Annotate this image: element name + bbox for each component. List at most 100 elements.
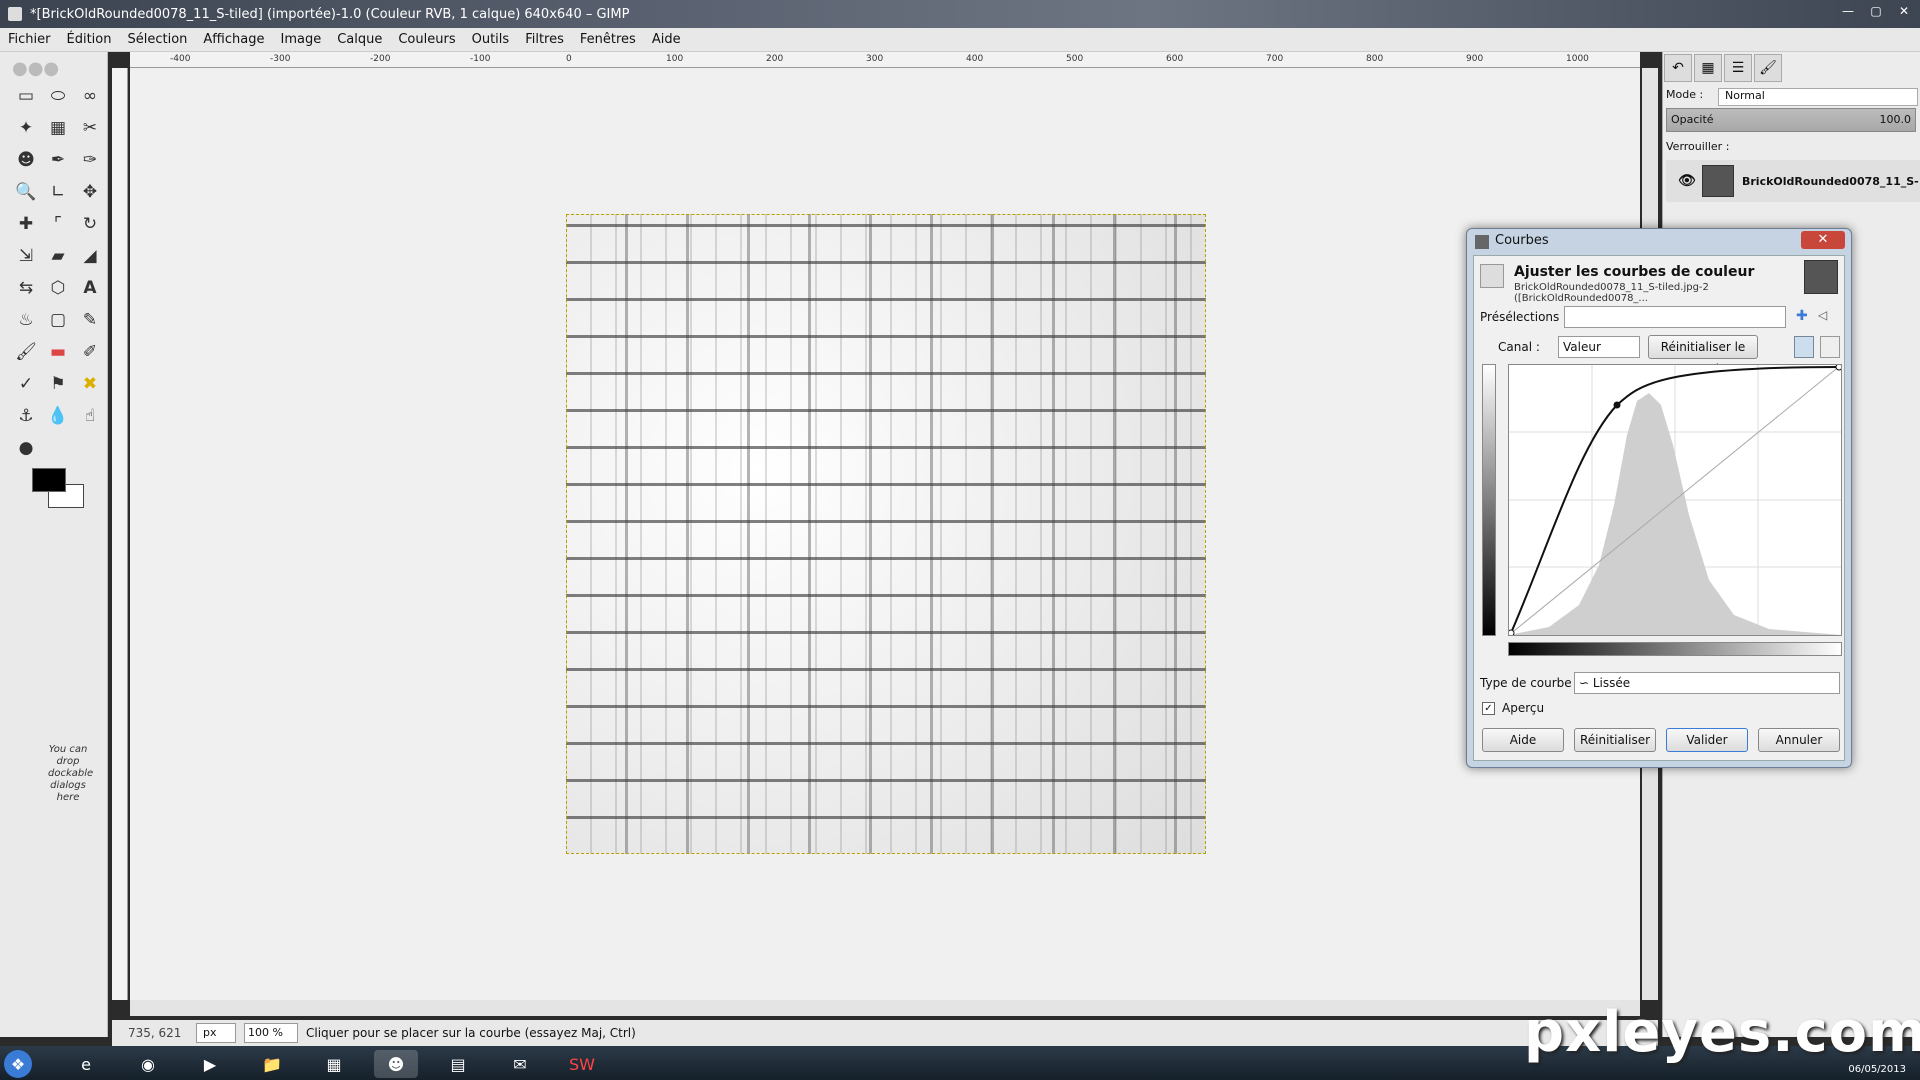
- blend-icon[interactable]: ▢: [42, 304, 74, 336]
- dialog-close-button[interactable]: ✕: [1801, 231, 1845, 249]
- curve-type-combo[interactable]: ∽ Lissée: [1574, 672, 1840, 694]
- curve-graph[interactable]: [1507, 363, 1843, 637]
- presets-combo[interactable]: [1564, 306, 1786, 328]
- linear-histogram-icon[interactable]: [1794, 336, 1814, 358]
- measure-icon[interactable]: ∟: [42, 176, 74, 208]
- menu-selection[interactable]: Sélection: [127, 32, 187, 47]
- sw-app-icon[interactable]: SW: [560, 1050, 604, 1078]
- color-picker-icon[interactable]: ✑: [74, 144, 106, 176]
- smudge-icon[interactable]: ☝: [74, 400, 106, 432]
- curve-control-point[interactable]: [1613, 401, 1621, 409]
- preset-menu-icon[interactable]: ◁: [1818, 308, 1827, 322]
- flip-icon[interactable]: ⇆: [10, 272, 42, 304]
- blur-icon[interactable]: 💧: [42, 400, 74, 432]
- menu-couleurs[interactable]: Couleurs: [398, 32, 455, 47]
- log-histogram-icon[interactable]: [1820, 336, 1840, 358]
- ellipse-select-icon[interactable]: ⬭: [42, 80, 74, 112]
- menu-affichage[interactable]: Affichage: [203, 32, 264, 47]
- network-icon[interactable]: ▤: [436, 1050, 480, 1078]
- channel-combo[interactable]: Valeur: [1558, 336, 1640, 358]
- menu-aide[interactable]: Aide: [652, 32, 681, 47]
- visibility-eye-icon[interactable]: 👁: [1678, 173, 1696, 189]
- paths-icon[interactable]: ✒: [42, 144, 74, 176]
- foreground-color-swatch[interactable]: [32, 468, 66, 492]
- menu-fichier[interactable]: Fichier: [8, 32, 51, 47]
- curve-editor[interactable]: [1507, 363, 1843, 637]
- fuzzy-select-icon[interactable]: ✦: [10, 112, 42, 144]
- maximize-button[interactable]: ▢: [1864, 2, 1888, 20]
- zoom-selector[interactable]: 100 %: [244, 1023, 298, 1043]
- layer-name: BrickOldRounded0078_11_S-: [1742, 174, 1919, 188]
- foreground-select-icon[interactable]: ☻: [10, 144, 42, 176]
- clone-icon[interactable]: ⚑: [42, 368, 74, 400]
- mail-icon[interactable]: ✉: [498, 1050, 542, 1078]
- dialog-subheading: BrickOldRounded0078_11_S-tiled.jpg-2 ([B…: [1514, 282, 1709, 304]
- airbrush-icon[interactable]: ✐: [74, 336, 106, 368]
- menu-edition[interactable]: Édition: [67, 32, 112, 47]
- layer-mode-combo[interactable]: Normal: [1718, 88, 1918, 106]
- free-select-icon[interactable]: ∞: [74, 80, 106, 112]
- brushes-tab-icon[interactable]: 🖌: [1754, 54, 1782, 82]
- ruler-label: 600: [1166, 54, 1184, 64]
- horizontal-ruler: -400 -300 -200 -100 0 100 200 300 400 50…: [130, 52, 1640, 68]
- align-icon[interactable]: ✚: [10, 208, 42, 240]
- close-button[interactable]: ✕: [1892, 2, 1916, 20]
- channel-label: Canal :: [1498, 340, 1540, 354]
- explorer-icon[interactable]: 📁: [250, 1050, 294, 1078]
- eraser-icon[interactable]: ▬: [42, 336, 74, 368]
- perspective-clone-icon[interactable]: ⚓: [10, 400, 42, 432]
- statusbar: 735, 621 px 100 % Cliquer pour se placer…: [112, 1020, 1658, 1046]
- undo-history-tab-icon[interactable]: ↶: [1664, 54, 1692, 82]
- menu-fenetres[interactable]: Fenêtres: [580, 32, 636, 47]
- curve-endpoint[interactable]: [1507, 629, 1515, 637]
- horizontal-scrollbar[interactable]: [130, 1000, 1640, 1016]
- media-player-icon[interactable]: ▶: [188, 1050, 232, 1078]
- pencil-icon[interactable]: ✎: [74, 304, 106, 336]
- layers-tab-icon[interactable]: ☰: [1724, 54, 1752, 82]
- add-preset-icon[interactable]: ✚: [1796, 308, 1808, 324]
- curve-endpoint[interactable]: [1835, 363, 1843, 371]
- shear-icon[interactable]: ▰: [42, 240, 74, 272]
- help-button[interactable]: Aide: [1482, 728, 1564, 752]
- ink-icon[interactable]: ✓: [10, 368, 42, 400]
- preview-checkbox[interactable]: ✓: [1482, 702, 1495, 715]
- menu-outils[interactable]: Outils: [472, 32, 510, 47]
- start-button[interactable]: ❖: [4, 1050, 32, 1078]
- firefox-icon[interactable]: ◉: [126, 1050, 170, 1078]
- dodge-icon[interactable]: ●: [10, 432, 42, 464]
- stone-wall-image[interactable]: [566, 214, 1206, 854]
- cage-icon[interactable]: ⬡: [42, 272, 74, 304]
- menu-filtres[interactable]: Filtres: [525, 32, 564, 47]
- menu-image[interactable]: Image: [280, 32, 321, 47]
- opacity-label: Opacité: [1671, 113, 1714, 126]
- rotate-icon[interactable]: ↻: [74, 208, 106, 240]
- bucket-fill-icon[interactable]: ♨: [10, 304, 42, 336]
- crop-icon[interactable]: ⌜: [42, 208, 74, 240]
- curves-icon: [1480, 264, 1504, 288]
- ok-button[interactable]: Valider: [1666, 728, 1748, 752]
- scissors-icon[interactable]: ✂: [74, 112, 106, 144]
- paintbrush-icon[interactable]: 🖌: [10, 336, 42, 368]
- reset-channel-button[interactable]: Réinitialiser le canal: [1648, 335, 1758, 376]
- reset-button[interactable]: Réinitialiser: [1574, 728, 1656, 752]
- gimp-taskbar-icon[interactable]: ☻: [374, 1050, 418, 1078]
- cancel-button[interactable]: Annuler: [1758, 728, 1840, 752]
- menu-calque[interactable]: Calque: [337, 32, 382, 47]
- text-tool-icon[interactable]: A: [74, 272, 106, 304]
- opacity-slider[interactable]: Opacité 100.0: [1666, 108, 1916, 132]
- preview-label: Aperçu: [1502, 701, 1545, 715]
- layer-item[interactable]: 👁 BrickOldRounded0078_11_S-: [1666, 160, 1920, 202]
- ie-icon[interactable]: e: [64, 1050, 108, 1078]
- scale-icon[interactable]: ⇲: [10, 240, 42, 272]
- perspective-icon[interactable]: ◢: [74, 240, 106, 272]
- color-select-icon[interactable]: ▦: [42, 112, 74, 144]
- calculator-icon[interactable]: ▦: [312, 1050, 356, 1078]
- rect-select-icon[interactable]: ▭: [10, 80, 42, 112]
- move-icon[interactable]: ✥: [74, 176, 106, 208]
- minimize-button[interactable]: —: [1836, 2, 1860, 20]
- zoom-icon[interactable]: 🔍: [10, 176, 42, 208]
- unit-selector[interactable]: px: [196, 1023, 236, 1043]
- heal-icon[interactable]: ✖: [74, 368, 106, 400]
- channels-tab-icon[interactable]: ▦: [1694, 54, 1722, 82]
- ruler-label: 100: [666, 54, 684, 64]
